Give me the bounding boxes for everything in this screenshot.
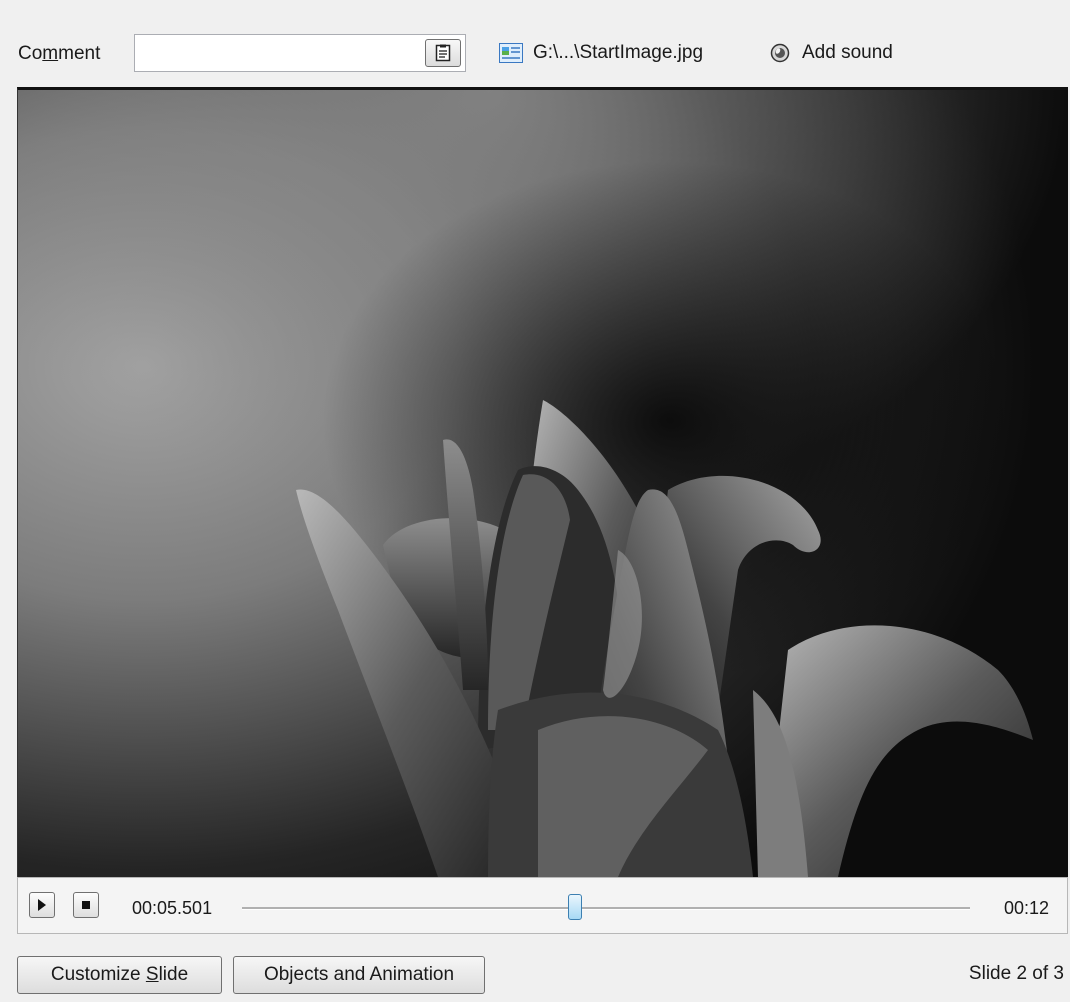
playback-bar: 00:05.501 00:12 bbox=[17, 877, 1068, 934]
total-time: 00:12 bbox=[1003, 898, 1049, 918]
add-sound-link[interactable]: Add sound bbox=[770, 42, 893, 64]
customize-slide-button[interactable]: Customize Slide bbox=[17, 956, 222, 994]
image-file-link[interactable]: G:\...\StartImage.jpg bbox=[499, 42, 703, 64]
play-icon bbox=[38, 899, 46, 911]
current-time: 00:05.501 bbox=[132, 898, 213, 918]
sound-icon bbox=[770, 43, 790, 63]
play-button[interactable] bbox=[29, 892, 55, 918]
toolbar: Comment G:\...\StartImage.jpg Add sound bbox=[0, 0, 1070, 88]
notes-icon bbox=[435, 44, 451, 62]
flower-image bbox=[18, 90, 1068, 877]
stop-icon bbox=[82, 901, 90, 909]
image-file-path: G:\...\StartImage.jpg bbox=[533, 42, 704, 63]
slide-status: Slide 2 of 3 bbox=[968, 963, 1064, 984]
timeline-track[interactable] bbox=[242, 907, 970, 910]
image-file-icon bbox=[499, 43, 523, 63]
timeline-slider-thumb[interactable] bbox=[568, 894, 583, 920]
slide-preview[interactable] bbox=[17, 87, 1068, 877]
comment-notes-button[interactable] bbox=[425, 39, 461, 67]
comment-input[interactable] bbox=[134, 34, 466, 72]
comment-label: Comment bbox=[18, 43, 101, 64]
objects-animation-button[interactable]: Objects and Animation bbox=[233, 956, 485, 994]
add-sound-label: Add sound bbox=[802, 42, 893, 63]
stop-button[interactable] bbox=[73, 892, 99, 918]
